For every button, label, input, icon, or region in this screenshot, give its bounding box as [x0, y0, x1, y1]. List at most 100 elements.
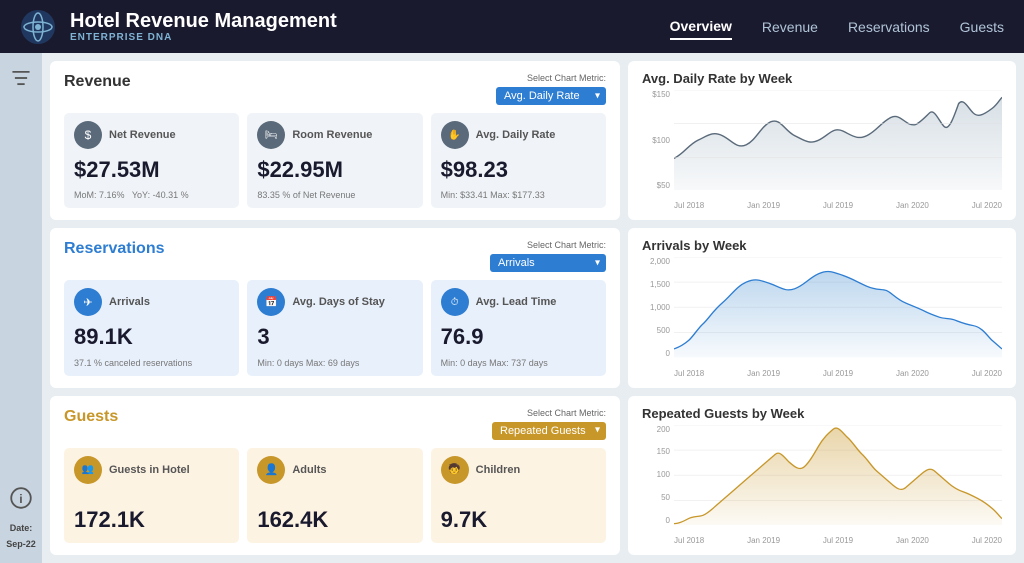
children-header: 🧒 Children [441, 456, 596, 484]
avg-rate-label: Avg. Daily Rate [476, 129, 556, 141]
dollar-icon: $ [74, 121, 102, 149]
guests-metrics: 👥 Guests in Hotel 172.1K 👤 Adults 162.4K [64, 448, 606, 543]
reservations-metrics: ✈ Arrivals 89.1K 37.1 % canceled reserva… [64, 280, 606, 375]
guests-hotel-header: 👥 Guests in Hotel [74, 456, 229, 484]
room-revenue-card: 🛏 Room Revenue $22.95M 83.35 % of Net Re… [247, 113, 422, 208]
avg-stay-sub: Min: 0 days Max: 69 days [257, 358, 412, 368]
guests-chart-svg [674, 425, 1002, 525]
dashboard: Revenue Select Chart Metric: Avg. Daily … [42, 53, 1024, 563]
guests-y-axis: 200 150 100 50 0 [642, 425, 674, 525]
header-title-block: Hotel Revenue Management ENTERPRISE DNA [70, 10, 670, 43]
room-icon: 🛏 [257, 121, 285, 149]
avg-rate-sub: Min: $33.41 Max: $177.33 [441, 190, 596, 200]
revenue-metric-selector: Select Chart Metric: Avg. Daily Rate Net… [496, 73, 606, 105]
lead-time-value: 76.9 [441, 324, 596, 350]
room-revenue-value: $22.95M [257, 157, 412, 183]
guests-select-wrapper[interactable]: Repeated Guests Guests in Hotel Adults C… [492, 421, 606, 440]
children-label: Children [476, 464, 521, 476]
children-value: 9.7K [441, 507, 596, 533]
room-revenue-label: Room Revenue [292, 129, 372, 141]
info-icon[interactable]: i [10, 487, 32, 509]
date-label: Date: [10, 523, 33, 533]
reservations-chart-area: 2,000 1,500 1,000 500 0 [642, 257, 1002, 377]
reservations-chart-title: Arrivals by Week [642, 238, 1002, 253]
revenue-section-title: Revenue [64, 73, 131, 91]
svg-text:i: i [19, 492, 22, 506]
avg-stay-label: Avg. Days of Stay [292, 296, 385, 308]
guests-row: Guests Select Chart Metric: Repeated Gue… [50, 396, 1016, 555]
nav-guests[interactable]: Guests [960, 15, 1004, 39]
guests-metric-select[interactable]: Repeated Guests Guests in Hotel Adults C… [492, 422, 606, 440]
revenue-x-axis: Jul 2018 Jan 2019 Jul 2019 Jan 2020 Jul … [674, 201, 1002, 210]
guests-chart-title: Repeated Guests by Week [642, 406, 1002, 421]
date-value: Sep-22 [6, 539, 36, 549]
net-revenue-header: $ Net Revenue [74, 121, 229, 149]
guests-metric-selector: Select Chart Metric: Repeated Guests Gue… [492, 408, 606, 440]
room-revenue-header: 🛏 Room Revenue [257, 121, 412, 149]
children-icon: 🧒 [441, 456, 469, 484]
reservations-y-axis: 2,000 1,500 1,000 500 0 [642, 257, 674, 357]
avg-rate-header: ✋ Avg. Daily Rate [441, 121, 596, 149]
nav-overview[interactable]: Overview [670, 14, 732, 40]
revenue-chart-svg [674, 90, 1002, 190]
nav-revenue[interactable]: Revenue [762, 15, 818, 39]
app-title: Hotel Revenue Management [70, 10, 670, 32]
arrivals-value: 89.1K [74, 324, 229, 350]
arrivals-icon: ✈ [74, 288, 102, 316]
room-revenue-sub: 83.35 % of Net Revenue [257, 190, 412, 200]
sidebar: i Date: Sep-22 [0, 53, 42, 563]
children-card: 🧒 Children 9.7K [431, 448, 606, 543]
adults-header: 👤 Adults [257, 456, 412, 484]
adults-icon: 👤 [257, 456, 285, 484]
revenue-chart-panel: Avg. Daily Rate by Week $150 $100 $50 [628, 61, 1016, 220]
revenue-y-50: $50 [657, 181, 670, 190]
lead-time-card: ⏱ Avg. Lead Time 76.9 Min: 0 days Max: 7… [431, 280, 606, 375]
revenue-metric-label: Select Chart Metric: [527, 73, 606, 83]
avg-rate-value: $98.23 [441, 157, 596, 183]
reservations-select-wrapper[interactable]: Arrivals Avg. Days of Stay Avg. Lead Tim… [490, 253, 606, 272]
avg-stay-value: 3 [257, 324, 412, 350]
app-logo [20, 9, 56, 45]
reservations-metric-selector: Select Chart Metric: Arrivals Avg. Days … [490, 240, 606, 272]
net-revenue-sub: MoM: 7.16% YoY: -40.31 % [74, 190, 229, 200]
reservations-metric-select[interactable]: Arrivals Avg. Days of Stay Avg. Lead Tim… [490, 254, 606, 272]
revenue-select-wrapper[interactable]: Avg. Daily Rate Net Revenue Room Revenue [496, 86, 606, 105]
reservations-chart-panel: Arrivals by Week 2,000 1,500 1,000 500 0 [628, 228, 1016, 387]
adults-value: 162.4K [257, 507, 412, 533]
guests-x-axis: Jul 2018 Jan 2019 Jul 2019 Jan 2020 Jul … [674, 536, 1002, 545]
nav-reservations[interactable]: Reservations [848, 15, 930, 39]
reservations-x-axis: Jul 2018 Jan 2019 Jul 2019 Jan 2020 Jul … [674, 369, 1002, 378]
main-nav: Overview Revenue Reservations Guests [670, 14, 1004, 40]
revenue-y-axis: $150 $100 $50 [642, 90, 674, 190]
revenue-y-150: $150 [652, 90, 670, 99]
sidebar-date: i Date: Sep-22 [6, 487, 36, 549]
arrivals-sub: 37.1 % canceled reservations [74, 358, 229, 368]
revenue-chart-area: $150 $100 $50 [642, 90, 1002, 210]
stay-icon: 📅 [257, 288, 285, 316]
reservations-panel: Reservations Select Chart Metric: Arriva… [50, 228, 620, 387]
main-content: i Date: Sep-22 Revenue Select Chart Metr… [0, 53, 1024, 563]
adults-card: 👤 Adults 162.4K [247, 448, 422, 543]
guests-section-title: Guests [64, 408, 118, 426]
reservations-chart-svg [674, 257, 1002, 357]
reservations-section-title: Reservations [64, 240, 165, 258]
avg-stay-card: 📅 Avg. Days of Stay 3 Min: 0 days Max: 6… [247, 280, 422, 375]
guests-chart-panel: Repeated Guests by Week 200 150 100 50 0 [628, 396, 1016, 555]
app-subtitle: ENTERPRISE DNA [70, 32, 670, 43]
reservations-panel-header: Reservations Select Chart Metric: Arriva… [64, 240, 606, 272]
net-revenue-label: Net Revenue [109, 129, 176, 141]
arrivals-card: ✈ Arrivals 89.1K 37.1 % canceled reserva… [64, 280, 239, 375]
revenue-metric-select[interactable]: Avg. Daily Rate Net Revenue Room Revenue [496, 87, 606, 105]
guests-hotel-card: 👥 Guests in Hotel 172.1K [64, 448, 239, 543]
revenue-chart-title: Avg. Daily Rate by Week [642, 71, 1002, 86]
guests-chart-area: 200 150 100 50 0 [642, 425, 1002, 545]
filter-icon[interactable] [10, 67, 32, 89]
avg-stay-header: 📅 Avg. Days of Stay [257, 288, 412, 316]
arrivals-header: ✈ Arrivals [74, 288, 229, 316]
guests-hotel-icon: 👥 [74, 456, 102, 484]
reservations-row: Reservations Select Chart Metric: Arriva… [50, 228, 1016, 387]
arrivals-label: Arrivals [109, 296, 150, 308]
guests-hotel-label: Guests in Hotel [109, 464, 190, 476]
revenue-row: Revenue Select Chart Metric: Avg. Daily … [50, 61, 1016, 220]
lead-time-sub: Min: 0 days Max: 737 days [441, 358, 596, 368]
